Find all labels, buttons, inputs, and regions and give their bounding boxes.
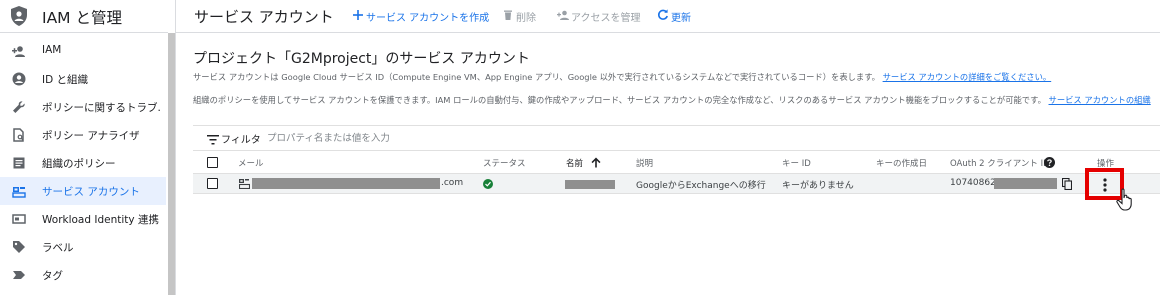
person-add-icon [12, 46, 25, 57]
sidebar-item-identity[interactable]: ID と組織 [0, 65, 166, 93]
description-2: 組織のポリシーを使用してサービス アカウントを保護できます。IAM ロールの自動… [193, 94, 1151, 106]
account-circle-icon [12, 72, 26, 86]
table-row[interactable]: .com GoogleからExchangeへの移行 キーがありません 10740… [193, 174, 1160, 194]
label-icon [13, 241, 25, 253]
create-service-account-label: サービス アカウントを作成 [366, 13, 490, 24]
sidebar-item-label: ラベル [42, 242, 74, 254]
shield-icon [11, 6, 27, 26]
sidebar-header: IAM と管理 [0, 0, 168, 33]
wrench-icon [13, 101, 25, 113]
sidebar-item-label: サービス アカウント [42, 186, 140, 198]
header-key-id[interactable]: キー ID [782, 157, 811, 169]
header-oauth-client-id[interactable]: OAuth 2 クライアント ID [950, 157, 1050, 169]
refresh-icon [658, 9, 668, 20]
row-email-suffix[interactable]: .com [441, 178, 463, 188]
table-header: メール ステータス 名前 説明 キー ID キーの作成日 OAuth 2 クライ… [193, 152, 1160, 174]
sidebar-item-workload-identity[interactable]: Workload Identity 連携 [0, 205, 166, 233]
sidebar-title: IAM と管理 [42, 9, 122, 27]
sidebar-item-label: ID と組織 [42, 74, 89, 86]
redacted-name [565, 180, 615, 189]
redacted-email [252, 178, 440, 189]
sidebar-item-label: ポリシーに関するトラブ... [42, 102, 162, 114]
delete-button[interactable]: 削除 [502, 8, 542, 24]
sidebar-item-labels[interactable]: ラベル [0, 233, 166, 261]
hand-cursor-icon [1116, 188, 1132, 211]
help-icon[interactable] [1044, 157, 1055, 168]
plus-icon [353, 10, 363, 20]
row-checkbox[interactable] [207, 178, 218, 189]
sidebar-item-policy-analyzer[interactable]: ポリシー アナライザ [0, 121, 166, 149]
toolbar: サービス アカウント サービス アカウントを作成 削除 アクセスを管理 更新 [176, 0, 1160, 33]
copy-icon[interactable] [1062, 178, 1072, 190]
sidebar-scrollbar[interactable] [168, 33, 175, 295]
page-title: サービス アカウント [194, 8, 334, 26]
service-account-icon [239, 179, 250, 189]
sidebar: IAM と管理 IAM ID と組織 ポリシーに関するトラブ... ポリシー ア… [0, 0, 168, 295]
header-key-created[interactable]: キーの作成日 [876, 157, 927, 169]
refresh-label: 更新 [671, 13, 691, 24]
select-all-checkbox[interactable] [207, 157, 218, 168]
sidebar-item-label: 組織のポリシー [42, 158, 116, 170]
sidebar-divider [175, 0, 176, 295]
org-policy-link[interactable]: サービス アカウントの組織 [1049, 95, 1151, 105]
article-icon [13, 157, 25, 169]
header-email[interactable]: メール [238, 157, 264, 169]
person-add-icon [557, 10, 569, 20]
description-2-text: 組織のポリシーを使用してサービス アカウントを保護できます。IAM ロールの自動… [193, 95, 1046, 105]
manage-access-label: アクセスを管理 [571, 13, 641, 24]
sidebar-item-tags[interactable]: タグ [0, 261, 166, 289]
sidebar-item-label: ポリシー アナライザ [42, 130, 140, 142]
tag-icon [13, 271, 25, 279]
header-status[interactable]: ステータス [483, 157, 526, 169]
header-description[interactable]: 説明 [636, 157, 653, 169]
filter-icon [207, 135, 219, 145]
sidebar-item-service-accounts[interactable]: サービス アカウント [0, 177, 166, 205]
redacted-oauth-id [994, 178, 1057, 189]
description-1-text: サービス アカウントは Google Cloud サービス ID（Compute… [193, 72, 880, 82]
sidebar-item-iam[interactable]: IAM [0, 37, 166, 65]
service-account-icon [12, 187, 26, 198]
delete-label: 削除 [516, 13, 536, 24]
sidebar-item-org-policies[interactable]: 組織のポリシー [0, 149, 166, 177]
trash-icon [504, 10, 512, 20]
learn-more-link[interactable]: サービス アカウントの詳細をご覧ください。 [883, 72, 1052, 82]
refresh-button[interactable]: 更新 [657, 8, 697, 24]
main-heading: プロジェクト「G2Mproject」のサービス アカウント [193, 51, 530, 67]
sidebar-item-label: タグ [42, 270, 63, 282]
filter-input[interactable] [267, 129, 527, 147]
sidebar-item-label: IAM [42, 44, 62, 56]
document-search-icon [13, 128, 24, 142]
manage-access-button[interactable]: アクセスを管理 [557, 8, 641, 24]
sidebar-item-label: Workload Identity 連携 [42, 214, 159, 226]
filter-label: フィルタ [221, 135, 261, 146]
status-ok-icon [483, 179, 493, 189]
arrow-up-icon [591, 157, 601, 168]
header-name[interactable]: 名前 [566, 157, 583, 169]
row-key-id: キーがありません [782, 181, 854, 191]
create-service-account-button[interactable]: サービス アカウントを作成 [352, 8, 489, 24]
description-1: サービス アカウントは Google Cloud サービス ID（Compute… [193, 71, 1051, 83]
sidebar-item-troubleshooter[interactable]: ポリシーに関するトラブ... [0, 93, 166, 121]
id-card-icon [12, 214, 26, 224]
row-description: GoogleからExchangeへの移行 [636, 181, 766, 191]
filter-bar: フィルタ [193, 125, 1160, 151]
check-icon [485, 181, 491, 187]
